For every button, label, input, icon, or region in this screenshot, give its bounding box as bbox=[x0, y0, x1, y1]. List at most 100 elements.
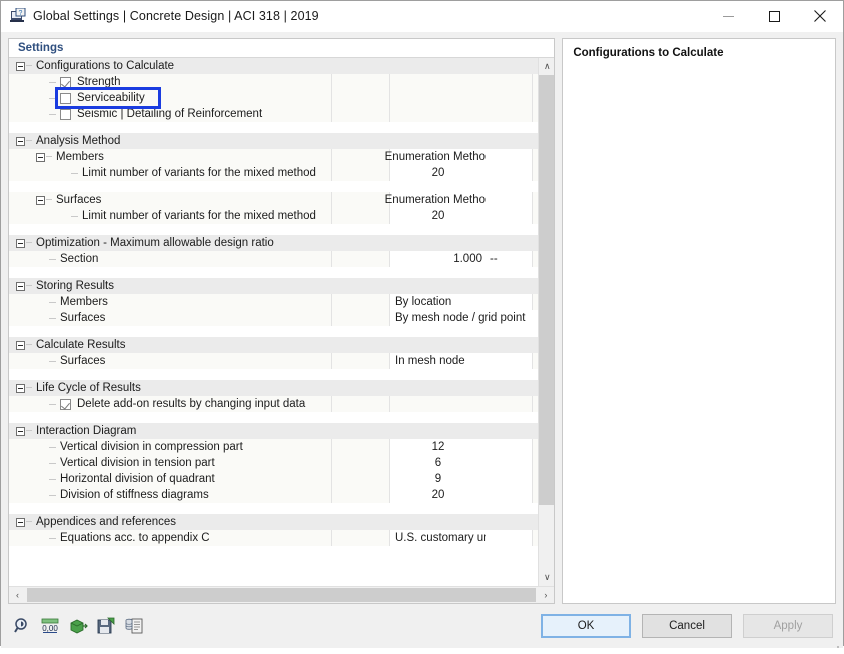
tree-guide-line bbox=[49, 404, 56, 405]
tree-group-row[interactable]: Configurations to Calculate bbox=[9, 58, 539, 74]
tree-subgroup-row[interactable]: Members Enumeration Method bbox=[9, 149, 539, 165]
tree-cell-spacer bbox=[331, 514, 389, 530]
tree-group-row[interactable]: Analysis Method bbox=[9, 133, 539, 149]
chevron-down-icon: ∨ bbox=[544, 572, 551, 582]
tree-guide-line bbox=[49, 463, 56, 464]
tree-cell-unit bbox=[486, 455, 532, 471]
tree-cell-value[interactable] bbox=[389, 133, 486, 149]
collapse-icon[interactable] bbox=[16, 136, 25, 146]
collapse-icon[interactable] bbox=[16, 340, 25, 350]
horizontal-scroll-thumb[interactable] bbox=[27, 588, 537, 602]
info-pane: Configurations to Calculate bbox=[562, 38, 836, 604]
tree-group-row[interactable]: Interaction Diagram bbox=[9, 423, 539, 439]
tree-item-row[interactable]: Limit number of variants for the mixed m… bbox=[9, 165, 539, 181]
decimal-places-icon[interactable]: 0,00 bbox=[39, 615, 61, 637]
tree-item-row[interactable]: Vertical division in tension part 6 bbox=[9, 455, 539, 471]
collapse-icon[interactable] bbox=[16, 281, 25, 291]
tree-cell-value[interactable] bbox=[389, 106, 486, 122]
tree-cell-unit bbox=[486, 423, 532, 439]
tree-cell-value[interactable]: By location bbox=[389, 294, 486, 310]
tree-item-row[interactable]: Section 1.000 -- bbox=[9, 251, 539, 267]
tree-item-row[interactable]: Division of stiffness diagrams 20 bbox=[9, 487, 539, 503]
magnifier-icon[interactable] bbox=[11, 615, 33, 637]
tree-cell-value[interactable] bbox=[389, 380, 486, 396]
tree-cell-value[interactable]: 1.000 bbox=[389, 251, 486, 267]
tree-cell-value[interactable] bbox=[389, 74, 486, 90]
tree-group-row[interactable]: Calculate Results bbox=[9, 337, 539, 353]
settings-tree[interactable]: Configurations to Calculate Strength Servi… bbox=[9, 58, 539, 586]
resize-grip[interactable] bbox=[830, 636, 840, 648]
close-button[interactable] bbox=[797, 1, 843, 31]
tree-cell-value[interactable] bbox=[389, 278, 486, 294]
tree-cell-spacer bbox=[331, 380, 389, 396]
tree-cell-value[interactable]: U.S. customary units bbox=[389, 530, 501, 546]
collapse-icon[interactable] bbox=[16, 426, 25, 436]
checkbox-checked[interactable] bbox=[60, 76, 71, 88]
tree-horizontal-scrollbar[interactable]: ‹ › bbox=[9, 586, 555, 603]
tree-group-row[interactable]: Optimization - Maximum allowable design … bbox=[9, 235, 539, 251]
tree-cell-value[interactable] bbox=[389, 396, 486, 412]
scroll-down-button[interactable]: ∨ bbox=[539, 569, 555, 586]
tree-cell-value[interactable]: 20 bbox=[389, 208, 486, 224]
tree-cell-unit bbox=[486, 165, 532, 181]
tree-checkbox-row[interactable]: Seismic | Detailing of Reinforcement bbox=[9, 106, 539, 122]
tree-cell-spacer bbox=[331, 396, 389, 412]
tree-cell-value[interactable] bbox=[389, 90, 486, 106]
tree-cell-value[interactable]: 9 bbox=[389, 471, 486, 487]
tree-cell-value[interactable]: Enumeration Method bbox=[385, 149, 491, 165]
tree-cell-value[interactable] bbox=[389, 235, 486, 251]
scroll-right-button[interactable]: › bbox=[537, 587, 554, 603]
units-document-icon[interactable] bbox=[123, 615, 145, 637]
ok-button[interactable]: OK bbox=[541, 614, 631, 638]
tree-checkbox-row[interactable]: Serviceability bbox=[9, 90, 539, 106]
collapse-icon[interactable] bbox=[16, 383, 25, 393]
tree-checkbox-row[interactable]: Delete add-on results by changing input … bbox=[9, 396, 539, 412]
tree-item-row[interactable]: Surfaces In mesh node bbox=[9, 353, 539, 369]
checkbox-unchecked[interactable] bbox=[60, 108, 71, 120]
tree-item-row[interactable]: Equations acc. to appendix C U.S. customa… bbox=[9, 530, 539, 546]
tree-item-label: Vertical division in compression part bbox=[60, 441, 243, 453]
import-icon[interactable] bbox=[67, 615, 89, 637]
tree-cell-value[interactable]: By mesh node / grid point bbox=[389, 310, 539, 326]
tree-subgroup-row[interactable]: Surfaces Enumeration Method bbox=[9, 192, 539, 208]
tree-cell-value[interactable] bbox=[389, 423, 486, 439]
tree-cell-value[interactable]: In mesh node bbox=[389, 353, 486, 369]
scroll-left-button[interactable]: ‹ bbox=[9, 587, 26, 603]
cancel-button[interactable]: Cancel bbox=[642, 614, 732, 638]
collapse-icon[interactable] bbox=[36, 195, 45, 205]
vertical-scroll-thumb[interactable] bbox=[539, 75, 555, 505]
collapse-icon[interactable] bbox=[16, 61, 25, 71]
collapse-icon[interactable] bbox=[16, 238, 25, 248]
tree-cell-value[interactable]: 20 bbox=[389, 165, 486, 181]
tree-guide-line bbox=[49, 447, 56, 448]
checkbox-unchecked[interactable] bbox=[60, 92, 71, 104]
tree-cell-value[interactable]: 12 bbox=[389, 439, 486, 455]
tree-item-row[interactable]: Vertical division in compression part 12 bbox=[9, 439, 539, 455]
tree-cell-value[interactable]: Enumeration Method bbox=[385, 192, 491, 208]
tree-group-row[interactable]: Appendices and references bbox=[9, 514, 539, 530]
tree-cell-value[interactable] bbox=[389, 514, 486, 530]
tree-cell-value[interactable] bbox=[389, 337, 486, 353]
tree-item-row[interactable]: Members By location bbox=[9, 294, 539, 310]
tree-cell-spacer bbox=[331, 423, 389, 439]
tree-cell-value[interactable]: 20 bbox=[389, 487, 486, 503]
tree-item-row[interactable]: Limit number of variants for the mixed m… bbox=[9, 208, 539, 224]
minimize-button[interactable] bbox=[705, 1, 751, 31]
tree-cell-value[interactable]: 6 bbox=[389, 455, 486, 471]
tree-checkbox-row[interactable]: Strength bbox=[9, 74, 539, 90]
tree-group-label: Calculate Results bbox=[36, 339, 126, 351]
tree-group-row[interactable]: Storing Results bbox=[9, 278, 539, 294]
scroll-up-button[interactable]: ∧ bbox=[539, 58, 555, 75]
tree-cell-value[interactable] bbox=[389, 58, 486, 74]
tree-cell-unit: -- bbox=[486, 251, 532, 267]
tree-vertical-scrollbar[interactable]: ∧ ∨ bbox=[538, 58, 555, 586]
tree-item-row[interactable]: Horizontal division of quadrant 9 bbox=[9, 471, 539, 487]
collapse-icon[interactable] bbox=[16, 517, 25, 527]
maximize-button[interactable] bbox=[751, 1, 797, 31]
checkbox-checked[interactable] bbox=[60, 398, 71, 410]
collapse-icon[interactable] bbox=[36, 152, 45, 162]
save-icon[interactable] bbox=[95, 615, 117, 637]
tree-spacer-row bbox=[9, 412, 539, 423]
tree-item-row[interactable]: Surfaces By mesh node / grid point bbox=[9, 310, 539, 326]
tree-group-row[interactable]: Life Cycle of Results bbox=[9, 380, 539, 396]
